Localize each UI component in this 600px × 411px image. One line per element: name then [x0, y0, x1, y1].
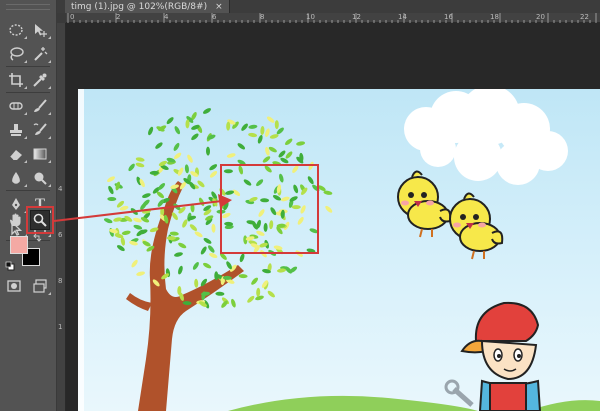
blur-icon[interactable] [6, 168, 27, 188]
ruler-label: 22 [580, 13, 589, 21]
ruler-label: 8 [58, 277, 63, 285]
ruler-label: 0 [70, 13, 75, 21]
ruler-label: 16 [444, 13, 453, 21]
ruler-origin[interactable] [57, 13, 66, 23]
ruler-label: 20 [536, 13, 545, 21]
ruler-label: 1 [58, 323, 63, 331]
ruler-label: 2 [116, 13, 121, 21]
cartoon-illustration [78, 89, 600, 411]
tools-panel: T [0, 0, 57, 411]
clone-stamp-icon[interactable] [6, 120, 27, 140]
close-icon[interactable]: × [215, 2, 223, 12]
document-tab-bar: timg (1).jpg @ 102%(RGB/8#) × [57, 0, 600, 13]
dodge-icon[interactable] [30, 168, 51, 188]
magic-wand-icon[interactable] [30, 44, 51, 64]
move-icon[interactable] [30, 20, 51, 40]
document-tab-title: timg (1).jpg @ 102%(RGB/8#) [71, 1, 208, 12]
hand-icon[interactable] [6, 210, 26, 230]
leaf [166, 236, 176, 241]
ruler-label: 4 [58, 185, 63, 193]
ruler-label: 6 [58, 231, 63, 239]
horizontal-ruler[interactable]: 0 2 4 6 8 10 12 14 16 18 20 22 [66, 13, 600, 23]
document-tab[interactable]: timg (1).jpg @ 102%(RGB/8#) × [65, 0, 230, 13]
swap-colors-icon[interactable] [32, 233, 42, 243]
leaf [291, 205, 301, 210]
ruler-label: 14 [398, 13, 407, 21]
history-brush-icon[interactable] [30, 120, 51, 140]
foreground-color-swatch[interactable] [10, 236, 28, 254]
crop-icon[interactable] [6, 70, 27, 90]
document-image[interactable] [78, 89, 600, 411]
spot-healing-icon[interactable] [6, 96, 27, 116]
screen-mode-icon[interactable] [30, 276, 51, 296]
ruler-label: 12 [352, 13, 361, 21]
leaf [274, 120, 279, 130]
horizontal-ruler-ticks [67, 13, 597, 23]
eyedropper-icon[interactable] [30, 70, 51, 90]
leaf [223, 169, 233, 174]
elliptical-marquee-icon[interactable] [6, 20, 27, 40]
ruler-label: 18 [490, 13, 499, 21]
vertical-ruler[interactable]: 4 6 8 1 [57, 23, 66, 411]
ruler-label: 6 [212, 13, 217, 21]
ruler-label: 4 [164, 13, 169, 21]
lasso-icon[interactable] [6, 44, 27, 64]
canvas-area[interactable] [66, 23, 600, 411]
panel-grip[interactable] [6, 4, 50, 10]
ruler-label: 8 [260, 13, 265, 21]
eraser-icon[interactable] [6, 144, 27, 164]
gradient-icon[interactable] [30, 144, 51, 164]
zoom-tool-highlight-box [26, 206, 54, 234]
brush-icon[interactable] [30, 96, 51, 116]
default-colors-icon[interactable] [5, 261, 15, 271]
quick-mask-icon[interactable] [4, 276, 24, 296]
ruler-label: 10 [306, 13, 315, 21]
